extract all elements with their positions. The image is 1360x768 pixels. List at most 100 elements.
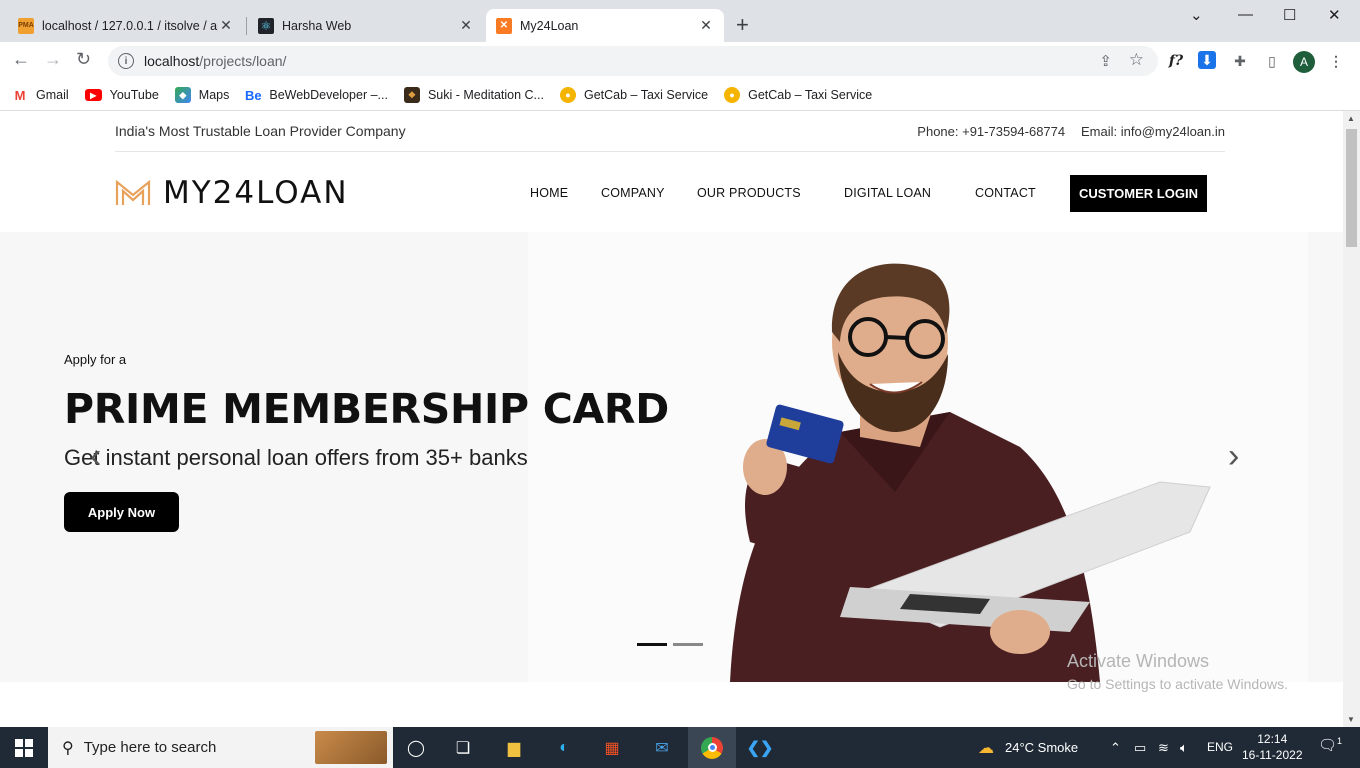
bookmark-label: YouTube	[109, 88, 159, 102]
bookmark-label: BeWebDeveloper –...	[269, 88, 388, 102]
scroll-up-arrow-icon[interactable]: ▲	[1347, 114, 1355, 123]
nav-company[interactable]: COMPANY	[601, 186, 665, 200]
puzzle-extensions-icon[interactable]: ✚	[1230, 51, 1250, 71]
share-icon[interactable]: ⇪	[1099, 52, 1112, 70]
search-icon: ⚲	[62, 739, 74, 757]
bookmark-gmail[interactable]: M Gmail	[12, 87, 69, 103]
bookmark-getcab-2[interactable]: ● GetCab – Taxi Service	[724, 87, 872, 103]
clock-date: 16-11-2022	[1242, 748, 1303, 762]
watermark-line2: Go to Settings to activate Windows.	[1067, 676, 1288, 692]
getcab-icon: ●	[724, 87, 741, 103]
weather-text[interactable]: 24°C Smoke	[1005, 740, 1078, 755]
address-bar[interactable]: i localhost/projects/loan/ ⇪ ☆	[108, 46, 1158, 76]
new-tab-icon[interactable]: +	[736, 14, 749, 36]
forward-arrow-icon[interactable]: →	[44, 49, 62, 70]
tab-title: Harsha Web	[282, 18, 352, 33]
nav-contact[interactable]: CONTACT	[975, 186, 1036, 200]
system-clock[interactable]: 12:14 16-11-2022	[1242, 731, 1303, 763]
bookmark-getcab-1[interactable]: ● GetCab – Taxi Service	[559, 87, 708, 103]
url-host: localhost	[144, 53, 200, 69]
weather-icon[interactable]: ☁	[974, 736, 998, 760]
site-logo[interactable]: MY24LOAN	[115, 175, 349, 211]
kebab-menu-icon[interactable]: ⋮	[1326, 51, 1346, 71]
search-highlight-icon	[315, 731, 387, 764]
font-extension-icon[interactable]: f?	[1166, 51, 1186, 71]
profile-avatar[interactable]: A	[1293, 51, 1315, 73]
mail-icon[interactable]: ✉	[650, 736, 674, 760]
logo-text: MY24LOAN	[163, 175, 349, 211]
taskbar-search-input[interactable]: ⚲ Type here to search	[48, 727, 393, 768]
browser-toolbar: ← → ↻ i localhost/projects/loan/ ⇪ ☆ f? …	[0, 42, 1360, 80]
volume-icon[interactable]: 🔈︎	[1180, 740, 1188, 756]
store-icon[interactable]: ▦	[600, 736, 624, 760]
bookmark-label: Maps	[198, 88, 230, 102]
tab-title: My24Loan	[520, 18, 579, 33]
notifications-icon[interactable]: 🗨︎1	[1318, 736, 1342, 754]
nav-digital-loan[interactable]: DIGITAL LOAN	[844, 186, 931, 200]
minimize-icon[interactable]: —	[1238, 6, 1253, 23]
meet-now-icon[interactable]: ▭	[1134, 740, 1146, 756]
youtube-icon: ▶	[84, 89, 102, 101]
tab-phpmyadmin[interactable]: PMA localhost / 127.0.0.1 / itsolve / ap…	[8, 9, 244, 42]
close-icon[interactable]: ✕	[458, 17, 474, 34]
windows-start-icon[interactable]	[15, 739, 33, 757]
language-indicator[interactable]: ENG	[1207, 740, 1233, 754]
scrollbar-thumb[interactable]	[1346, 129, 1357, 247]
maximize-icon[interactable]: ☐	[1283, 6, 1296, 24]
bookmark-youtube[interactable]: ▶ YouTube	[84, 88, 159, 102]
scroll-down-arrow-icon[interactable]: ▼	[1347, 715, 1355, 724]
slider-indicator[interactable]	[637, 643, 667, 646]
vscode-icon[interactable]: ❮❯	[747, 736, 774, 760]
side-panel-icon[interactable]: ▯	[1262, 51, 1282, 71]
tab-search-chevron-icon[interactable]: ⌄	[1190, 6, 1203, 24]
email-link[interactable]: Email: info@my24loan.in	[1081, 124, 1225, 139]
nav-our-products[interactable]: OUR PRODUCTS	[697, 186, 801, 200]
react-icon: ⚛	[258, 17, 274, 34]
windows-taskbar: ⚲ Type here to search ◯ ❏ ▆ ◐ ▦ ✉ ❮❯ ☁ 2…	[0, 727, 1360, 768]
wifi-icon[interactable]: ≋	[1158, 740, 1169, 756]
page-viewport: India's Most Trustable Loan Provider Com…	[0, 111, 1343, 727]
tab-separator	[246, 17, 247, 35]
chrome-icon	[701, 736, 723, 759]
hero-headline: PRIME MEMBERSHIP CARD	[64, 385, 669, 433]
tab-strip: PMA localhost / 127.0.0.1 / itsolve / ap…	[0, 0, 1360, 42]
bookmark-label: Gmail	[36, 88, 69, 102]
page-scrollbar[interactable]: ▲ ▼	[1343, 111, 1360, 727]
tagline: India's Most Trustable Loan Provider Com…	[115, 123, 406, 139]
hero-eyebrow: Apply for a	[64, 352, 127, 367]
site-info-icon[interactable]: i	[118, 53, 134, 69]
tab-title: localhost / 127.0.0.1 / itsolve / ap	[42, 18, 218, 33]
url-path: /projects/loan/	[199, 53, 287, 69]
xampp-icon: ✕	[496, 17, 512, 34]
bookmark-suki[interactable]: ❖ Suki - Meditation C...	[403, 87, 544, 103]
edge-icon[interactable]: ◐	[552, 736, 576, 760]
suki-icon: ❖	[403, 87, 420, 103]
chevron-left-icon[interactable]: ‹	[90, 437, 101, 476]
clock-time: 12:14	[1257, 732, 1288, 746]
bookmark-bewebdeveloper[interactable]: Be BeWebDeveloper –...	[245, 87, 388, 103]
file-explorer-icon[interactable]: ▆	[502, 736, 526, 760]
apply-now-button[interactable]: Apply Now	[64, 492, 179, 532]
close-icon[interactable]: ✕	[698, 17, 714, 34]
back-arrow-icon[interactable]: ←	[12, 49, 30, 70]
slider-indicator[interactable]	[673, 643, 703, 646]
customer-login-button[interactable]: CUSTOMER LOGIN	[1070, 175, 1207, 212]
bookmark-star-icon[interactable]: ☆	[1129, 50, 1144, 70]
reload-icon[interactable]: ↻	[76, 49, 91, 70]
chrome-taskbar-item[interactable]	[688, 727, 736, 768]
cortana-icon[interactable]: ◯	[404, 736, 428, 760]
download-extension-icon[interactable]: ⬇	[1198, 51, 1216, 69]
task-view-icon[interactable]: ❏	[451, 736, 475, 760]
phone-text: Phone: +91-73594-68774	[917, 124, 1066, 139]
nav-home[interactable]: HOME	[530, 186, 568, 200]
chevron-right-icon[interactable]: ›	[1228, 437, 1239, 476]
site-topbar: India's Most Trustable Loan Provider Com…	[115, 111, 1225, 152]
close-icon[interactable]: ✕	[218, 17, 234, 34]
contact-info: Phone: +91-73594-68774 Email: info@my24l…	[905, 123, 1225, 139]
window-close-icon[interactable]: ✕	[1328, 6, 1341, 24]
tab-my24loan[interactable]: ✕ My24Loan ✕	[486, 9, 724, 42]
tray-chevron-icon[interactable]: ⌃	[1110, 740, 1121, 756]
tab-harsha-web[interactable]: ⚛ Harsha Web ✕	[248, 9, 484, 42]
bookmark-maps[interactable]: ◆ Maps	[174, 87, 230, 103]
hero-person-image	[730, 263, 1211, 682]
